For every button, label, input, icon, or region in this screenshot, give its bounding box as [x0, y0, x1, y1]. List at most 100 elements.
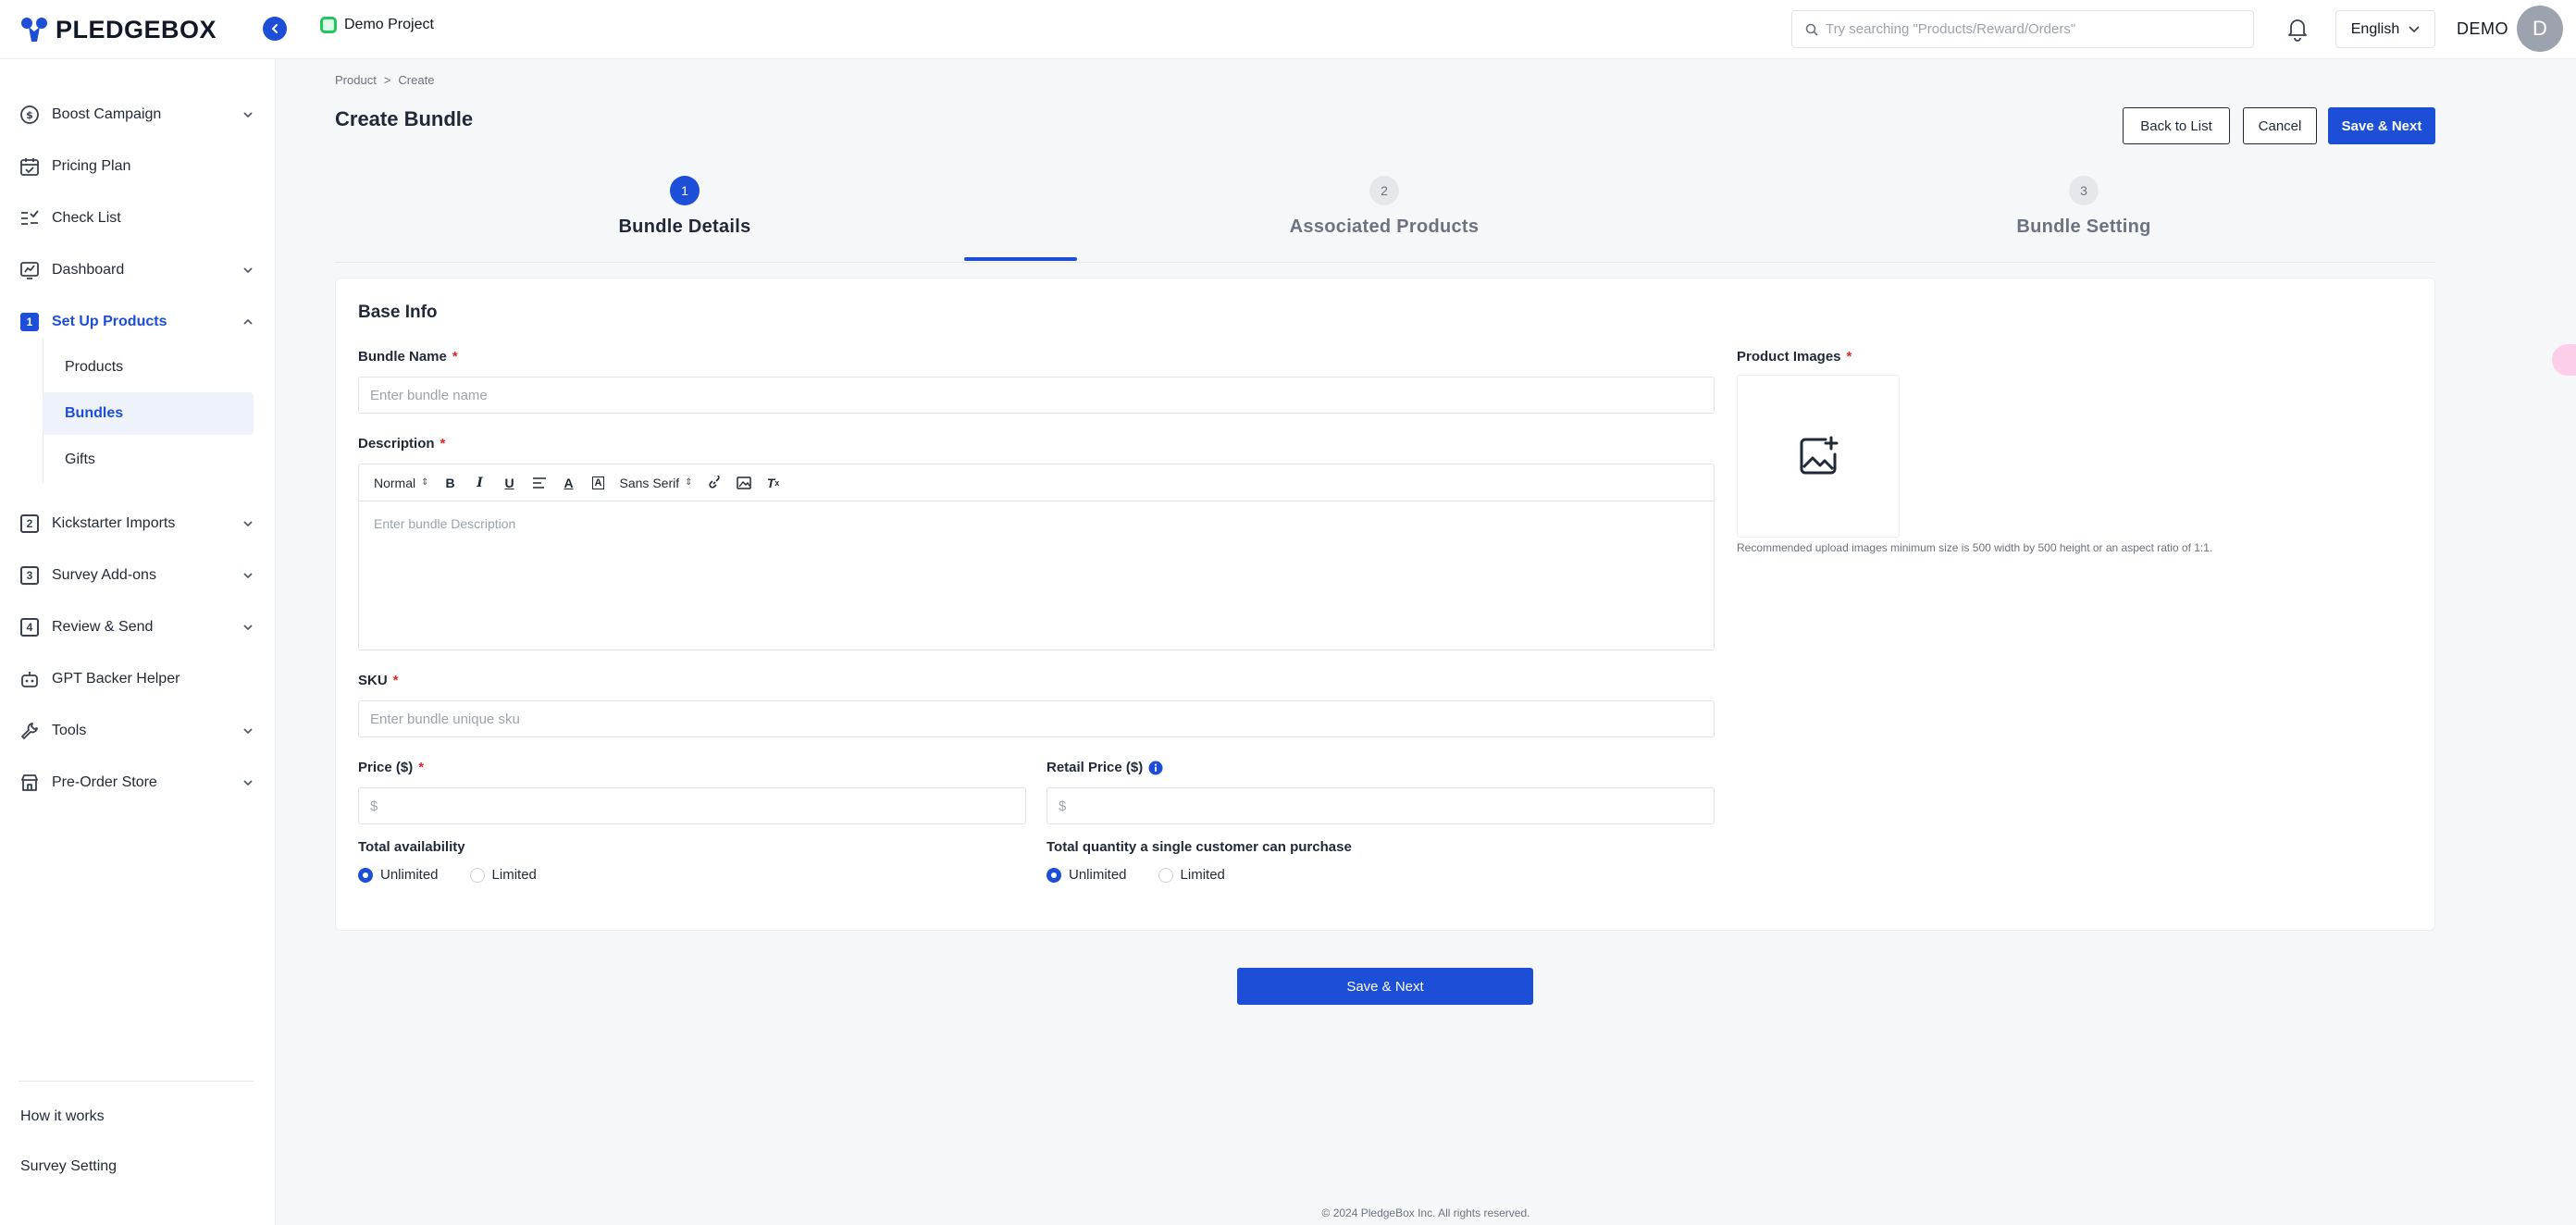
per-customer-radio-group: Unlimited Limited [1046, 867, 1225, 883]
sidebar-item-label: Boost Campaign [52, 106, 162, 122]
chevron-down-icon [243, 573, 253, 579]
italic-icon[interactable]: I [472, 475, 489, 491]
sidebar: $ Boost Campaign Pricing Plan Check List… [0, 59, 276, 1225]
language-select[interactable]: English [2335, 10, 2435, 48]
sidebar-subitem-gifts[interactable]: Gifts [43, 439, 254, 481]
sidebar-item-kickstarter-imports[interactable]: 2 Kickstarter Imports [19, 505, 255, 542]
product-images-label: Product Images * [1737, 349, 1852, 365]
breadcrumb: Product > Create [335, 73, 434, 87]
sidebar-item-boost-campaign[interactable]: $ Boost Campaign [19, 96, 255, 133]
stepper: 1 Bundle Details 2 Associated Products 3… [335, 176, 2435, 263]
svg-text:$: $ [26, 109, 33, 121]
cancel-button[interactable]: Cancel [2243, 107, 2317, 144]
dollar-circle-icon: $ [19, 104, 41, 126]
step-number-icon: 4 [19, 616, 41, 638]
survey-setting-link[interactable]: Survey Setting [20, 1158, 117, 1175]
retail-price-input[interactable] [1046, 787, 1715, 824]
breadcrumb-separator: > [383, 73, 391, 87]
sidebar-item-pre-order-store[interactable]: Pre-Order Store [19, 764, 255, 801]
sidebar-item-survey-add-ons[interactable]: 3 Survey Add-ons [19, 557, 255, 594]
upload-hint: Recommended upload images minimum size i… [1737, 541, 2213, 554]
brand-logo[interactable]: PLEDGEBOX [20, 13, 217, 46]
text-color-icon[interactable]: A [561, 475, 577, 491]
price-input[interactable] [358, 787, 1026, 824]
base-info-card: Base Info Bundle Name* Description* Norm… [335, 278, 2435, 931]
sidebar-item-label: Check List [52, 210, 121, 226]
step-bundle-setting[interactable]: 3 Bundle Setting [1899, 176, 2269, 238]
link-icon[interactable] [706, 475, 723, 491]
sidebar-item-check-list[interactable]: Check List [19, 200, 255, 237]
sidebar-item-gpt-backer-helper[interactable]: GPT Backer Helper [19, 661, 255, 698]
project-name: Demo Project [344, 17, 434, 32]
section-title: Base Info [358, 303, 438, 322]
format-select[interactable]: Normal ⇕ [374, 476, 429, 490]
avatar[interactable]: D [2517, 6, 2563, 52]
sidebar-item-label: GPT Backer Helper [52, 671, 180, 687]
breadcrumb-create: Create [398, 73, 435, 87]
per-customer-unlimited-radio[interactable] [1046, 867, 1061, 883]
sidebar-item-pricing-plan[interactable]: Pricing Plan [19, 148, 255, 185]
image-icon[interactable] [736, 475, 752, 491]
retail-price-label: Retail Price ($) [1046, 760, 1163, 775]
price-label: Price ($) * [358, 760, 425, 775]
bundle-name-label: Bundle Name * [358, 349, 458, 365]
sku-label: SKU * [358, 673, 399, 688]
step-number: 1 [670, 176, 700, 205]
info-icon[interactable] [1148, 761, 1163, 775]
sidebar-collapse-button[interactable] [263, 17, 287, 41]
project-switcher[interactable]: Demo Project [320, 17, 434, 33]
sidebar-item-label: Pre-Order Store [52, 774, 157, 790]
notifications-button[interactable] [2284, 15, 2311, 43]
radio-label: Unlimited [1069, 867, 1127, 883]
font-select[interactable]: Sans Serif ⇕ [620, 476, 693, 490]
sidebar-item-label: Tools [52, 723, 87, 738]
description-textarea[interactable]: Enter bundle Description [359, 501, 1714, 546]
sidebar-item-label: Survey Add-ons [52, 567, 156, 583]
language-label: English [2350, 20, 2400, 37]
bundle-name-input[interactable] [358, 377, 1715, 414]
underline-icon[interactable]: U [502, 475, 518, 491]
global-search[interactable] [1791, 10, 2254, 48]
chevron-down-icon [243, 780, 253, 786]
sidebar-item-review-send[interactable]: 4 Review & Send [19, 609, 255, 646]
radio-label: Unlimited [380, 867, 439, 883]
sidebar-item-label: Dashboard [52, 262, 125, 278]
brand-name: PLEDGEBOX [56, 15, 217, 43]
radio-label: Limited [1180, 867, 1225, 883]
availability-radio-group: Unlimited Limited [358, 867, 537, 883]
user-name[interactable]: DEMO [2457, 19, 2508, 39]
search-input[interactable] [1826, 21, 2233, 37]
step-number: 2 [1369, 176, 1399, 205]
step-associated-products[interactable]: 2 Associated Products [1199, 176, 1569, 238]
availability-limited-radio[interactable] [469, 867, 485, 883]
sku-input[interactable] [358, 700, 1715, 737]
chevron-down-icon [243, 521, 253, 527]
image-upload-box[interactable] [1737, 375, 1900, 538]
chevron-up-icon [243, 318, 253, 325]
background-color-icon[interactable]: A [590, 475, 607, 491]
bold-icon[interactable]: B [442, 475, 459, 491]
clear-format-icon[interactable]: Tx [765, 475, 782, 491]
align-icon[interactable] [531, 475, 548, 491]
how-it-works-link[interactable]: How it works [20, 1108, 105, 1125]
breadcrumb-product[interactable]: Product [335, 73, 377, 87]
sidebar-item-tools[interactable]: Tools [19, 712, 255, 749]
save-next-button[interactable]: Save & Next [2328, 107, 2435, 144]
image-add-icon [1800, 436, 1839, 475]
checklist-icon [19, 207, 41, 229]
floating-helper-button[interactable] [2552, 344, 2576, 376]
step-label: Bundle Setting [2016, 217, 2151, 237]
sidebar-item-set-up-products[interactable]: 1 Set Up Products [19, 303, 255, 340]
chevron-left-icon [271, 24, 278, 33]
sidebar-subitem-products[interactable]: Products [43, 346, 254, 389]
bottom-save-next-button[interactable]: Save & Next [1237, 968, 1533, 1005]
sidebar-item-dashboard[interactable]: Dashboard [19, 252, 255, 289]
per-customer-limited-radio[interactable] [1158, 867, 1173, 883]
step-bundle-details[interactable]: 1 Bundle Details [500, 176, 870, 238]
step-number-icon: 3 [19, 564, 41, 587]
back-to-list-button[interactable]: Back to List [2123, 107, 2230, 144]
sidebar-subitem-bundles[interactable]: Bundles [43, 392, 254, 435]
availability-unlimited-radio[interactable] [358, 867, 373, 883]
top-bar: PLEDGEBOX Demo Project English DEMO D [0, 0, 2576, 59]
search-icon [1805, 23, 1818, 36]
